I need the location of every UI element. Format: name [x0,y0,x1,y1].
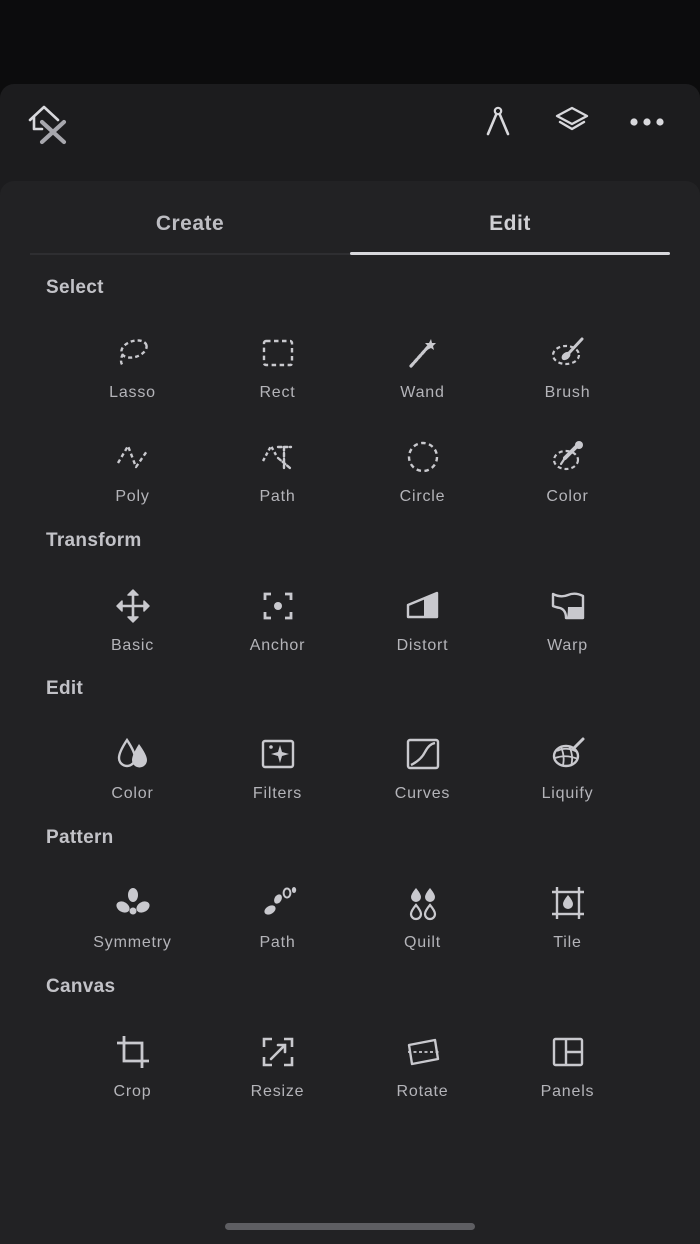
tool-label: Path [259,488,296,505]
tool-panels[interactable]: Panels [495,1026,640,1116]
tool-quilt[interactable]: Quilt [350,877,495,967]
home-close-button[interactable] [20,96,72,148]
layers-button[interactable] [546,96,598,148]
tool-label: Basic [110,637,155,654]
adjustments-sheet: Create Edit Select Lasso Rect Wand Brush… [0,181,700,1244]
tool-label: Crop [113,1083,152,1100]
tool-distort[interactable]: Distort [350,580,495,670]
tool-anchor[interactable]: Anchor [205,580,350,670]
tool-label: Distort [396,637,449,654]
brush-select-icon [551,337,583,366]
tool-label: Wand [400,384,445,401]
tool-label: Warp [547,637,588,654]
magic-wand-icon [408,339,436,368]
tool-label: Quilt [404,934,441,951]
tool-label: Panels [540,1083,595,1100]
tool-liquify[interactable]: Liquify [495,728,640,818]
tool-label: Symmetry [93,934,172,951]
section-title: Select [46,277,104,298]
move-arrows-icon [115,589,150,623]
quilt-icon [409,888,436,921]
tab-edit[interactable]: Edit [350,205,670,255]
anchor-icon [263,592,292,620]
section-title: Canvas [46,976,116,997]
tool-label: Rect [259,384,296,401]
liquify-icon [552,737,584,768]
tool-resize[interactable]: Resize [205,1026,350,1116]
tool-curves[interactable]: Curves [350,728,495,818]
tool-label: Lasso [109,384,156,401]
curves-icon [406,738,439,770]
tool-lasso[interactable]: Lasso [60,327,205,417]
tool-color-select[interactable]: Color [495,431,640,521]
tool-warp[interactable]: Warp [495,580,640,670]
section-title: Pattern [46,827,114,848]
pattern-path-icon [263,887,296,915]
tab-create[interactable]: Create [30,205,350,253]
tool-label: Rotate [396,1083,449,1100]
tool-label: Color [546,488,589,505]
tool-label: Color [111,785,154,802]
distort-icon [406,591,438,619]
tool-label: Anchor [249,637,306,654]
tool-tile[interactable]: Tile [495,877,640,967]
tool-path[interactable]: Path [205,431,350,521]
symmetry-icon [115,888,150,915]
tool-rotate[interactable]: Rotate [350,1026,495,1116]
poly-lasso-icon [116,444,148,469]
tool-label: Path [259,934,296,951]
active-tab-indicator [350,252,670,255]
panels-icon [552,1037,583,1067]
resize-icon [262,1037,293,1067]
more-button[interactable] [621,96,673,148]
warp-icon [551,592,584,620]
tile-icon [551,887,584,919]
section-title: Edit [46,678,84,699]
tool-rect[interactable]: Rect [205,327,350,417]
tool-basic[interactable]: Basic [60,580,205,670]
tool-poly[interactable]: Poly [60,431,205,521]
tool-brush[interactable]: Brush [495,327,640,417]
home-close-icon [28,105,67,145]
tool-color-adjust[interactable]: Color [60,728,205,818]
circle-select-icon [407,441,438,473]
rotate-icon [407,1038,439,1066]
filters-icon [261,739,294,769]
tool-circle[interactable]: Circle [350,431,495,521]
tool-label: Circle [399,488,446,505]
layers-icon [555,106,589,131]
tool-label: Poly [115,488,150,505]
tool-label: Liquify [541,785,594,802]
tool-label: Curves [394,785,451,802]
tool-label: Tile [553,934,582,951]
more-dots-icon [630,118,664,126]
tab-edit-label: Edit [489,212,531,235]
color-select-icon [552,441,583,471]
tool-pattern-path[interactable]: Path [205,877,350,967]
color-drops-icon [117,737,147,768]
compass-button[interactable] [472,96,524,148]
lasso-icon [119,339,148,367]
rect-select-icon [262,339,293,367]
tool-label: Brush [544,384,591,401]
tool-wand[interactable]: Wand [350,327,495,417]
tool-label: Resize [250,1083,305,1100]
path-select-icon [261,443,292,470]
home-indicator[interactable] [225,1223,475,1230]
tool-symmetry[interactable]: Symmetry [60,877,205,967]
compass-icon [486,106,510,136]
section-title: Transform [46,530,142,551]
tool-filters[interactable]: Filters [205,728,350,818]
tool-crop[interactable]: Crop [60,1026,205,1116]
crop-icon [116,1036,149,1068]
mode-tabs: Create Edit [30,205,670,255]
tool-label: Filters [252,785,303,802]
